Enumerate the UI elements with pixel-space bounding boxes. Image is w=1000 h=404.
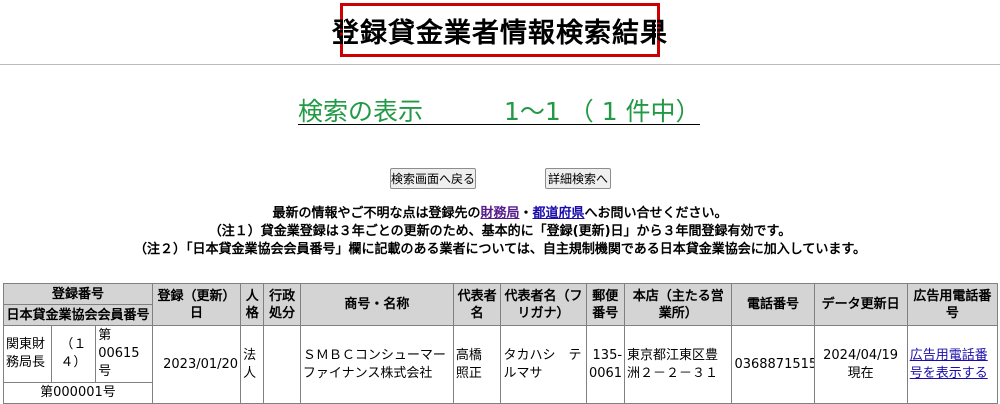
header-address: 本店（主たる営業所）	[624, 283, 733, 326]
cell-personality: 法人	[240, 325, 265, 404]
cell-reg-date: 2023/01/20	[151, 325, 242, 404]
cell-phone: 0368871515	[731, 325, 815, 404]
cell-updated-note: 現在	[847, 365, 874, 381]
cell-postal: 135-0061	[585, 325, 626, 404]
note-line-1: 最新の情報やご不明な点は登録先の財務局・都道府県へお問い合せください。	[0, 205, 1000, 223]
cell-admin-action	[263, 325, 301, 404]
header-phone: 電話番号	[731, 283, 815, 326]
page-title-frame: 登録貸金業者情報検索結果	[332, 3, 667, 57]
result-label: 検索の表示	[298, 97, 424, 126]
result-summary: 検索の表示 1～1 （ 1 件中）	[298, 92, 701, 126]
show-ad-phone-link[interactable]: 広告用電話番号を表示する	[910, 348, 988, 381]
cell-reg-number: 第00615号	[95, 325, 153, 383]
cell-representative: 高橋 照正	[452, 325, 502, 404]
header-reg-date: 登録（更新）日	[151, 283, 242, 326]
notes: 最新の情報やご不明な点は登録先の財務局・都道府県へお問い合せください。 （注１）…	[0, 205, 1000, 259]
header-representative: 代表者名	[452, 283, 502, 326]
header-updated: データ更新日	[813, 283, 908, 326]
result-count: 1～1 （ 1 件中）	[504, 97, 701, 126]
note-separator: ・	[519, 206, 533, 221]
divider	[0, 64, 1000, 65]
page-title: 登録貸金業者情報検索結果	[332, 6, 667, 54]
zaimukyoku-link[interactable]: 財務局	[480, 206, 519, 221]
header-reg-no: 登録番号	[3, 283, 153, 305]
cell-authority: 関東財務局長	[3, 325, 52, 383]
cell-updated: 2024/04/19 現在	[813, 325, 908, 404]
header-name: 商号・名称	[299, 283, 454, 326]
cell-renewals: （１４）	[50, 325, 97, 383]
header-assoc-no: 日本貸金業協会会員番号	[3, 304, 153, 326]
note-text: へお問い合せください。	[584, 206, 728, 221]
header-admin-action: 行政処分	[263, 283, 301, 326]
back-to-search-button[interactable]: 検索画面へ戻る	[390, 168, 476, 189]
header-personality: 人格	[240, 283, 265, 326]
table-row: 関東財務局長 （１４） 第00615号 2023/01/20 法人 ＳＭＢＣコン…	[3, 325, 999, 404]
header-postal: 郵便番号	[585, 283, 626, 326]
detailed-search-button[interactable]: 詳細検索へ	[545, 168, 611, 189]
header-ad-phone: 広告用電話番号	[906, 283, 999, 326]
table-header-row: 登録番号 登録（更新）日 人格 行政処分 商号・名称 代表者名 代表者名（フリガ…	[3, 283, 999, 326]
cell-name: ＳＭＢＣコンシューマーファイナンス株式会社	[299, 325, 454, 404]
note-text: 最新の情報やご不明な点は登録先の	[272, 206, 481, 221]
cell-ad-phone: 広告用電話番号を表示する	[906, 325, 999, 404]
header-rep-kana: 代表者名（フリガナ）	[500, 283, 587, 326]
todofuken-link[interactable]: 都道府県	[533, 206, 585, 221]
cell-rep-kana: タカハシ テルマサ	[500, 325, 587, 404]
cell-updated-date: 2024/04/19	[823, 347, 899, 363]
note-line-2: （注１）貸金業登録は３年ごとの更新のため、基本的に「登録(更新)日」から３年間登…	[208, 224, 792, 239]
cell-assoc-no: 第000001号	[3, 382, 153, 404]
note-line-3: （注２）「日本貸金業協会会員番号」欄に記載のある業者については、自主規制機関であ…	[133, 242, 867, 257]
cell-address: 東京都江東区豊洲２－２－３１	[624, 325, 733, 404]
results-table: 登録番号 登録（更新）日 人格 行政処分 商号・名称 代表者名 代表者名（フリガ…	[3, 283, 999, 404]
